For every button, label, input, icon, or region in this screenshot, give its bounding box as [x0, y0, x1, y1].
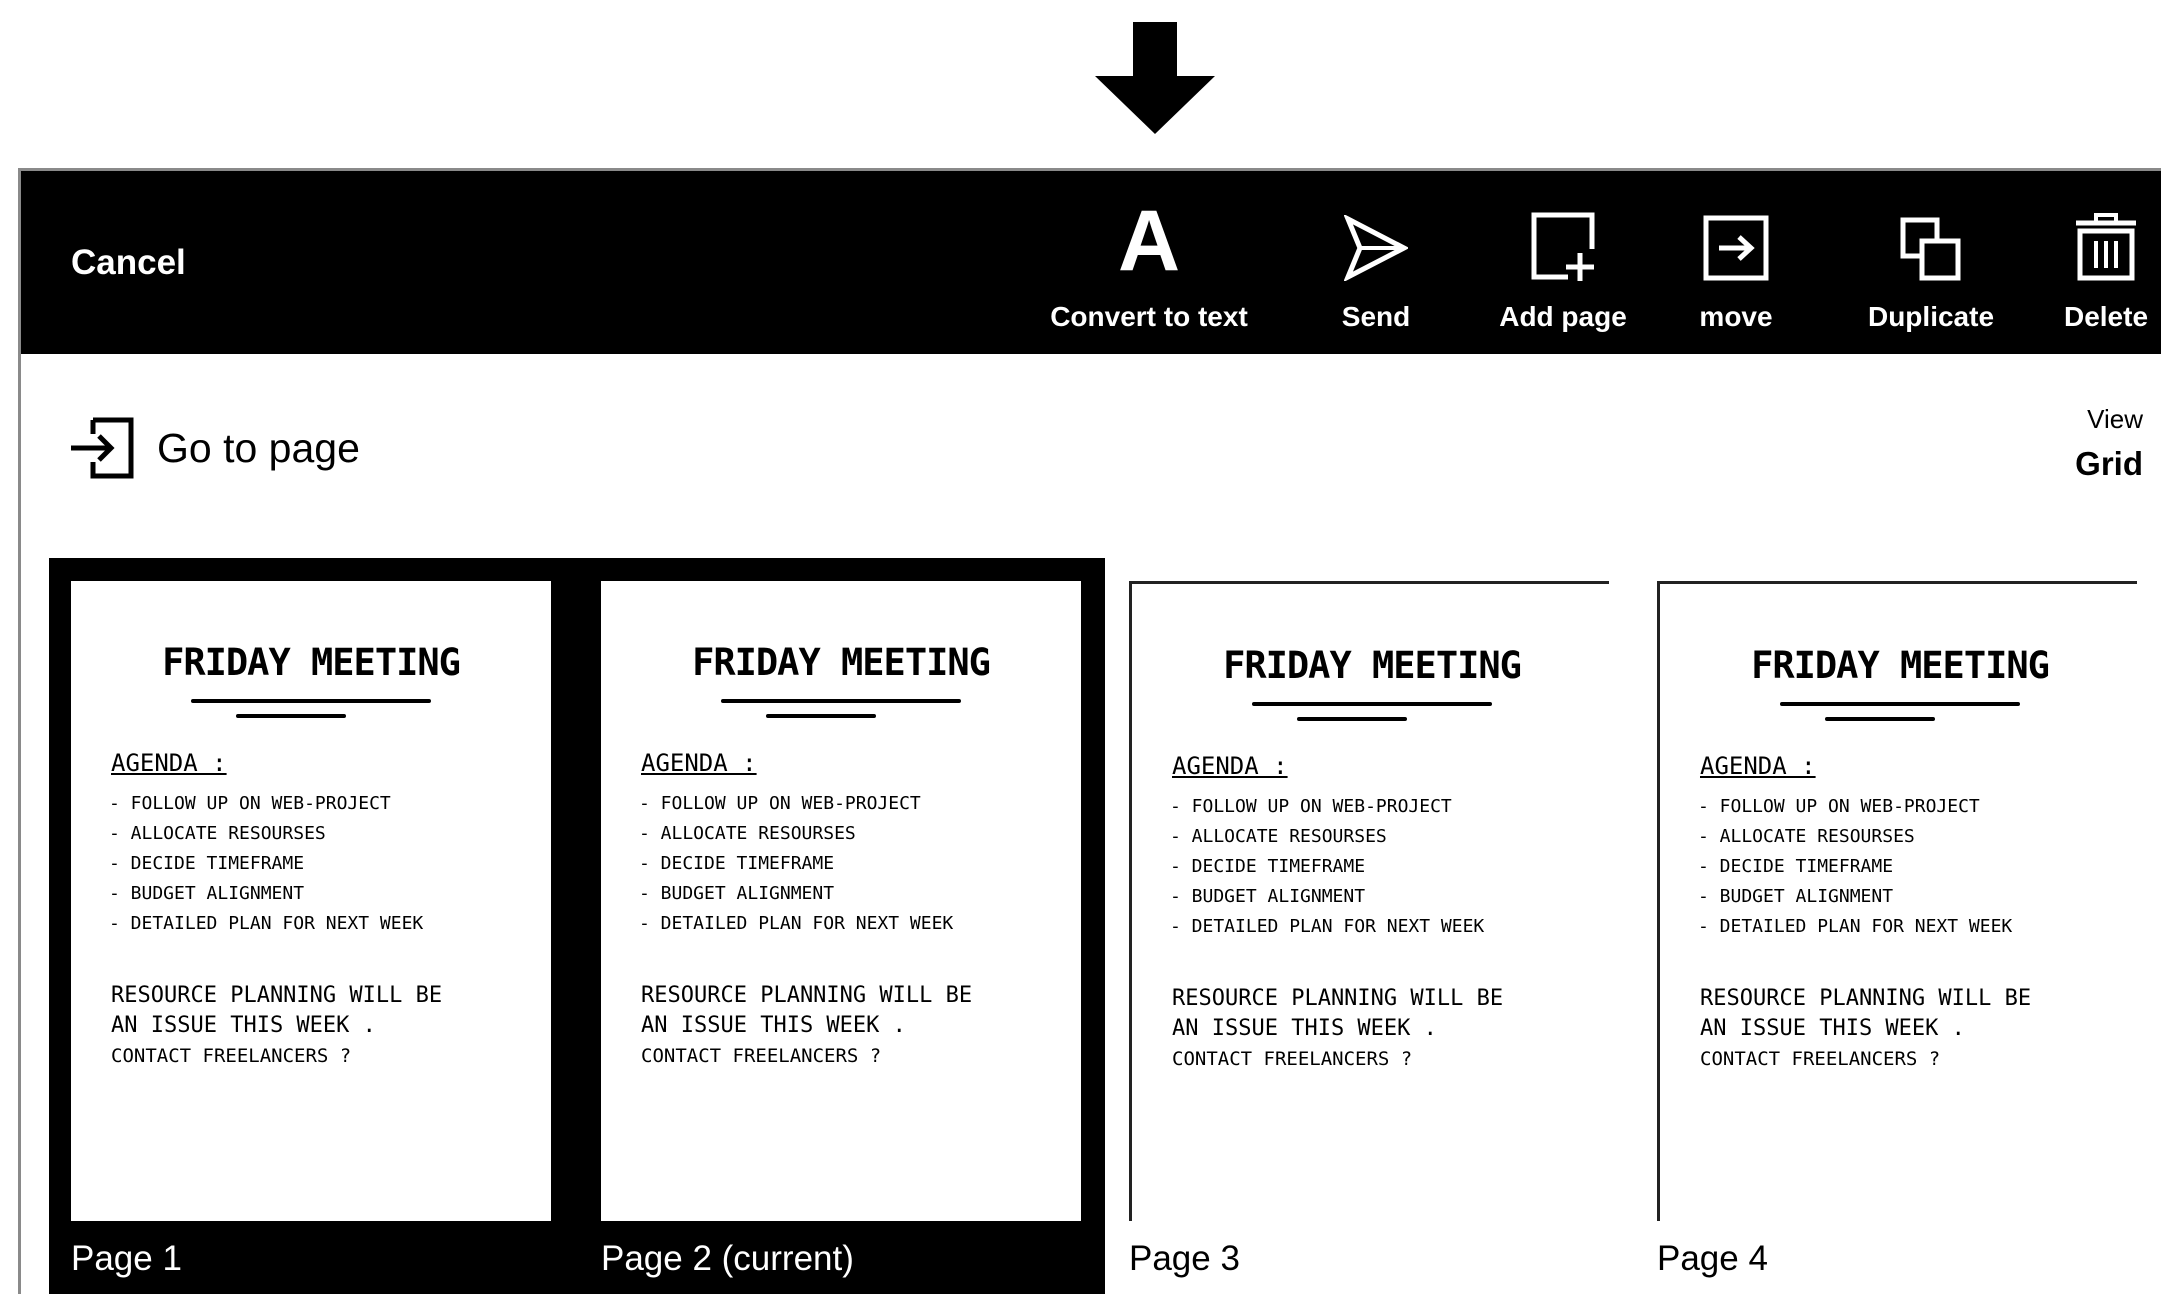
note-item: - DECIDE TIMEFRAME	[639, 853, 835, 874]
page-label: Page 1	[71, 1239, 182, 1278]
move-button[interactable]: move	[1681, 171, 1791, 354]
handwritten-note: FRIDAY MEETING AGENDA : - FOLLOW UP ON W…	[1660, 584, 2137, 1221]
note-resource: RESOURCE PLANNING WILL BE AN ISSUE THIS …	[1700, 984, 2031, 1074]
go-to-page-icon	[71, 417, 134, 479]
duplicate-button[interactable]: Duplicate	[1851, 171, 2011, 354]
duplicate-icon	[1900, 217, 1961, 281]
move-label: move	[1699, 301, 1773, 332]
add-page-button[interactable]: Add page	[1483, 171, 1643, 354]
trash-icon	[2076, 213, 2136, 281]
title-underline	[1297, 717, 1407, 721]
note-item: - BUDGET ALIGNMENT	[1698, 886, 1894, 907]
convert-to-text-button[interactable]: A Convert to text	[1049, 171, 1249, 354]
note-item: - DETAILED PLAN FOR NEXT WEEK	[639, 913, 954, 934]
delete-label: Delete	[2063, 301, 2149, 332]
title-underline	[1825, 717, 1935, 721]
note-resource-line: CONTACT FREELANCERS ?	[641, 1045, 882, 1067]
note-item: - FOLLOW UP ON WEB-PROJECT	[1170, 796, 1452, 817]
go-to-page-button[interactable]: Go to page	[69, 416, 360, 480]
letter-a-icon: A	[1117, 193, 1181, 289]
handwritten-note: FRIDAY MEETING AGENDA : - FOLLOW UP ON W…	[1132, 584, 1609, 1221]
page-label: Page 3	[1129, 1239, 1240, 1278]
note-resource-line: CONTACT FREELANCERS ?	[111, 1045, 352, 1067]
note-items: - FOLLOW UP ON WEB-PROJECT - ALLOCATE RE…	[1170, 792, 1484, 942]
view-mode-selector[interactable]: View Grid	[2075, 404, 2143, 483]
note-resource-line: AN ISSUE THIS WEEK .	[641, 1013, 906, 1038]
note-title: FRIDAY MEETING	[162, 641, 461, 684]
note-agenda: AGENDA :	[641, 749, 757, 777]
convert-to-text-label: Convert to text	[1050, 301, 1248, 332]
note-item: - BUDGET ALIGNMENT	[1170, 886, 1366, 907]
title-underline	[191, 699, 431, 703]
down-arrow-icon	[1095, 22, 1215, 134]
add-page-label: Add page	[1499, 301, 1627, 332]
note-resource: RESOURCE PLANNING WILL BE AN ISSUE THIS …	[111, 981, 442, 1071]
page-thumbnail-2[interactable]: FRIDAY MEETING AGENDA : - FOLLOW UP ON W…	[601, 581, 1081, 1221]
note-resource-line: CONTACT FREELANCERS ?	[1700, 1048, 1941, 1070]
send-button[interactable]: Send	[1321, 171, 1431, 354]
title-underline	[1780, 702, 2020, 706]
note-resource-line: CONTACT FREELANCERS ?	[1172, 1048, 1413, 1070]
note-item: - FOLLOW UP ON WEB-PROJECT	[639, 793, 921, 814]
page-thumbnail-1[interactable]: FRIDAY MEETING AGENDA : - FOLLOW UP ON W…	[71, 581, 551, 1221]
page-thumbnail-4[interactable]: FRIDAY MEETING AGENDA : - FOLLOW UP ON W…	[1657, 581, 2137, 1221]
delete-button[interactable]: Delete	[2051, 171, 2161, 354]
page-label: Page 2 (current)	[601, 1239, 854, 1278]
note-item: - FOLLOW UP ON WEB-PROJECT	[109, 793, 391, 814]
note-agenda: AGENDA :	[111, 749, 227, 777]
title-underline	[766, 714, 876, 718]
note-resource: RESOURCE PLANNING WILL BE AN ISSUE THIS …	[641, 981, 972, 1071]
go-to-page-label: Go to page	[157, 424, 360, 471]
note-resource-line: AN ISSUE THIS WEEK .	[1700, 1016, 1965, 1041]
handwritten-note: FRIDAY MEETING AGENDA : - FOLLOW UP ON W…	[601, 581, 1081, 1221]
note-item: - BUDGET ALIGNMENT	[109, 883, 305, 904]
note-resource-line: RESOURCE PLANNING WILL BE	[111, 983, 443, 1008]
page-thumbnail-3[interactable]: FRIDAY MEETING AGENDA : - FOLLOW UP ON W…	[1129, 581, 1609, 1221]
title-underline	[236, 714, 346, 718]
add-page-icon	[1531, 212, 1595, 281]
duplicate-label: Duplicate	[1867, 301, 1995, 332]
handwritten-note: FRIDAY MEETING AGENDA : - FOLLOW UP ON W…	[71, 581, 551, 1221]
note-items: - FOLLOW UP ON WEB-PROJECT - ALLOCATE RE…	[639, 789, 953, 939]
note-items: - FOLLOW UP ON WEB-PROJECT - ALLOCATE RE…	[109, 789, 423, 939]
app-window: Cancel A Convert to text Send Add page m…	[18, 168, 2161, 1294]
note-resource: RESOURCE PLANNING WILL BE AN ISSUE THIS …	[1172, 984, 1503, 1074]
selection-toolbar: Cancel A Convert to text Send Add page m…	[21, 171, 2161, 354]
note-item: - ALLOCATE RESOURSES	[639, 823, 856, 844]
cancel-button[interactable]: Cancel	[71, 243, 186, 283]
send-icon	[1344, 215, 1408, 281]
note-agenda: AGENDA :	[1172, 752, 1288, 780]
send-label: Send	[1341, 301, 1411, 332]
note-resource-line: RESOURCE PLANNING WILL BE	[641, 983, 973, 1008]
title-underline	[1252, 702, 1492, 706]
note-resource-line: RESOURCE PLANNING WILL BE	[1172, 986, 1504, 1011]
note-item: - DECIDE TIMEFRAME	[1170, 856, 1366, 877]
title-underline	[721, 699, 961, 703]
note-title: FRIDAY MEETING	[1223, 644, 1522, 687]
note-item: - FOLLOW UP ON WEB-PROJECT	[1698, 796, 1980, 817]
note-resource-line: AN ISSUE THIS WEEK .	[111, 1013, 376, 1038]
note-resource-line: AN ISSUE THIS WEEK .	[1172, 1016, 1437, 1041]
note-title: FRIDAY MEETING	[692, 641, 991, 684]
note-item: - DETAILED PLAN FOR NEXT WEEK	[109, 913, 424, 934]
note-item: - DECIDE TIMEFRAME	[1698, 856, 1894, 877]
view-caption: View	[2087, 404, 2143, 434]
note-item: - DETAILED PLAN FOR NEXT WEEK	[1170, 916, 1485, 937]
move-icon	[1703, 215, 1769, 281]
note-item: - ALLOCATE RESOURSES	[109, 823, 326, 844]
view-mode-value: Grid	[2075, 445, 2143, 482]
note-item: - ALLOCATE RESOURSES	[1170, 826, 1387, 847]
page-label: Page 4	[1657, 1239, 1768, 1278]
note-title: FRIDAY MEETING	[1751, 644, 2050, 687]
note-item: - DETAILED PLAN FOR NEXT WEEK	[1698, 916, 2013, 937]
note-agenda: AGENDA :	[1700, 752, 1816, 780]
note-item: - DECIDE TIMEFRAME	[109, 853, 305, 874]
note-item: - ALLOCATE RESOURSES	[1698, 826, 1915, 847]
note-items: - FOLLOW UP ON WEB-PROJECT - ALLOCATE RE…	[1698, 792, 2012, 942]
note-resource-line: RESOURCE PLANNING WILL BE	[1700, 986, 2032, 1011]
note-item: - BUDGET ALIGNMENT	[639, 883, 835, 904]
